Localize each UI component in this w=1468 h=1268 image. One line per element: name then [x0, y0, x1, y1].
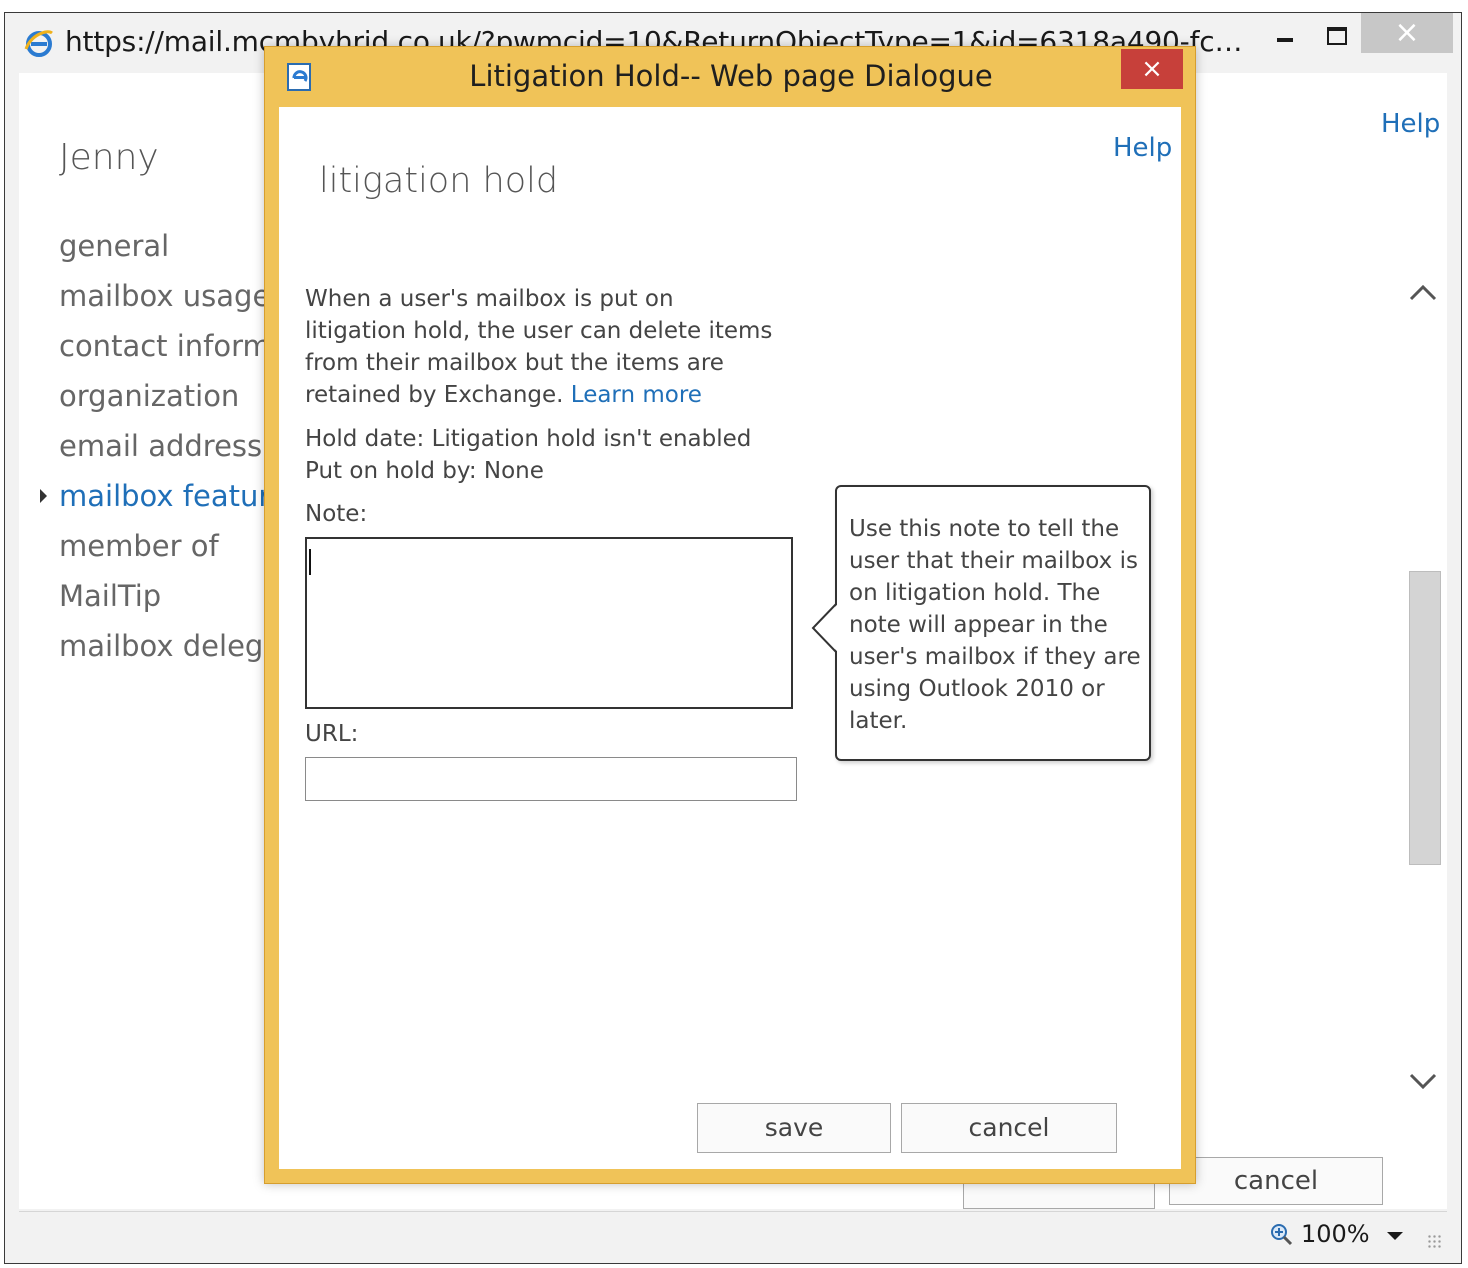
sidebar-item-organization[interactable]: organization: [59, 379, 285, 429]
url-label: URL:: [305, 721, 359, 747]
chevron-down-icon[interactable]: [1387, 1232, 1403, 1240]
dialog-heading: litigation hold: [319, 161, 559, 201]
selected-arrow-icon: [40, 489, 47, 503]
text-caret: [309, 549, 311, 575]
url-input[interactable]: [305, 757, 797, 801]
save-button[interactable]: save: [697, 1103, 891, 1153]
sidebar-item-label: mailbox feature: [59, 479, 285, 513]
note-textarea[interactable]: [305, 537, 793, 709]
callout-pointer: [811, 603, 837, 653]
background-cancel-button[interactable]: cancel: [1169, 1157, 1383, 1205]
page-title: Jenny: [59, 137, 159, 178]
sidebar-item-mailbox-usage[interactable]: mailbox usage: [59, 279, 285, 329]
minimize-button[interactable]: [1267, 13, 1311, 57]
callout-text: Use this note to tell the user that thei…: [849, 516, 1141, 734]
hold-info: Hold date: Litigation hold isn't enabled…: [305, 423, 751, 487]
dialog-title: Litigation Hold-- Web page Dialogue: [469, 59, 993, 93]
resize-grip-icon[interactable]: [1427, 1234, 1443, 1250]
note-help-callout: Use this note to tell the user that thei…: [811, 485, 1151, 761]
cancel-button[interactable]: cancel: [901, 1103, 1117, 1153]
sidebar-item-mailbox-features[interactable]: mailbox feature: [59, 479, 285, 529]
close-icon: ×: [1141, 54, 1163, 84]
note-label: Note:: [305, 501, 368, 527]
sidebar-item-mailbox-delegation[interactable]: mailbox delegati: [59, 629, 285, 679]
dialog-close-button[interactable]: ×: [1121, 49, 1183, 89]
sidebar-item-contact-information[interactable]: contact informat: [59, 329, 285, 379]
status-bar: 100%: [19, 1211, 1447, 1262]
sidebar-item-general[interactable]: general: [59, 229, 285, 279]
close-icon: ×: [1394, 15, 1420, 50]
description-text: When a user's mailbox is put on litigati…: [305, 286, 773, 408]
scroll-down-icon[interactable]: [1403, 1061, 1443, 1101]
scroll-up-icon[interactable]: [1403, 273, 1443, 313]
put-on-hold-by-text: Put on hold by: None: [305, 458, 544, 484]
learn-more-link[interactable]: Learn more: [571, 382, 702, 408]
maximize-button[interactable]: [1317, 13, 1361, 57]
litigation-hold-dialog: Litigation Hold-- Web page Dialogue × He…: [264, 46, 1196, 1184]
litigation-hold-description: When a user's mailbox is put on litigati…: [305, 283, 775, 411]
dialog-body: Help litigation hold When a user's mailb…: [279, 107, 1181, 1169]
zoom-icon[interactable]: [1269, 1222, 1293, 1246]
browser-close-button[interactable]: ×: [1361, 13, 1453, 53]
help-link[interactable]: Help: [1381, 109, 1440, 139]
zoom-level[interactable]: 100%: [1301, 1220, 1370, 1248]
sidebar-item-email-address[interactable]: email address: [59, 429, 285, 479]
dialog-help-link[interactable]: Help: [1113, 133, 1172, 163]
sidebar-item-mailtip[interactable]: MailTip: [59, 579, 285, 629]
ie-icon: [24, 30, 53, 57]
scrollbar-thumb[interactable]: [1409, 571, 1441, 865]
hold-date-text: Hold date: Litigation hold isn't enabled: [305, 426, 752, 452]
sidebar-nav: general mailbox usage contact informat o…: [59, 229, 285, 679]
sidebar-item-member-of[interactable]: member of: [59, 529, 285, 579]
